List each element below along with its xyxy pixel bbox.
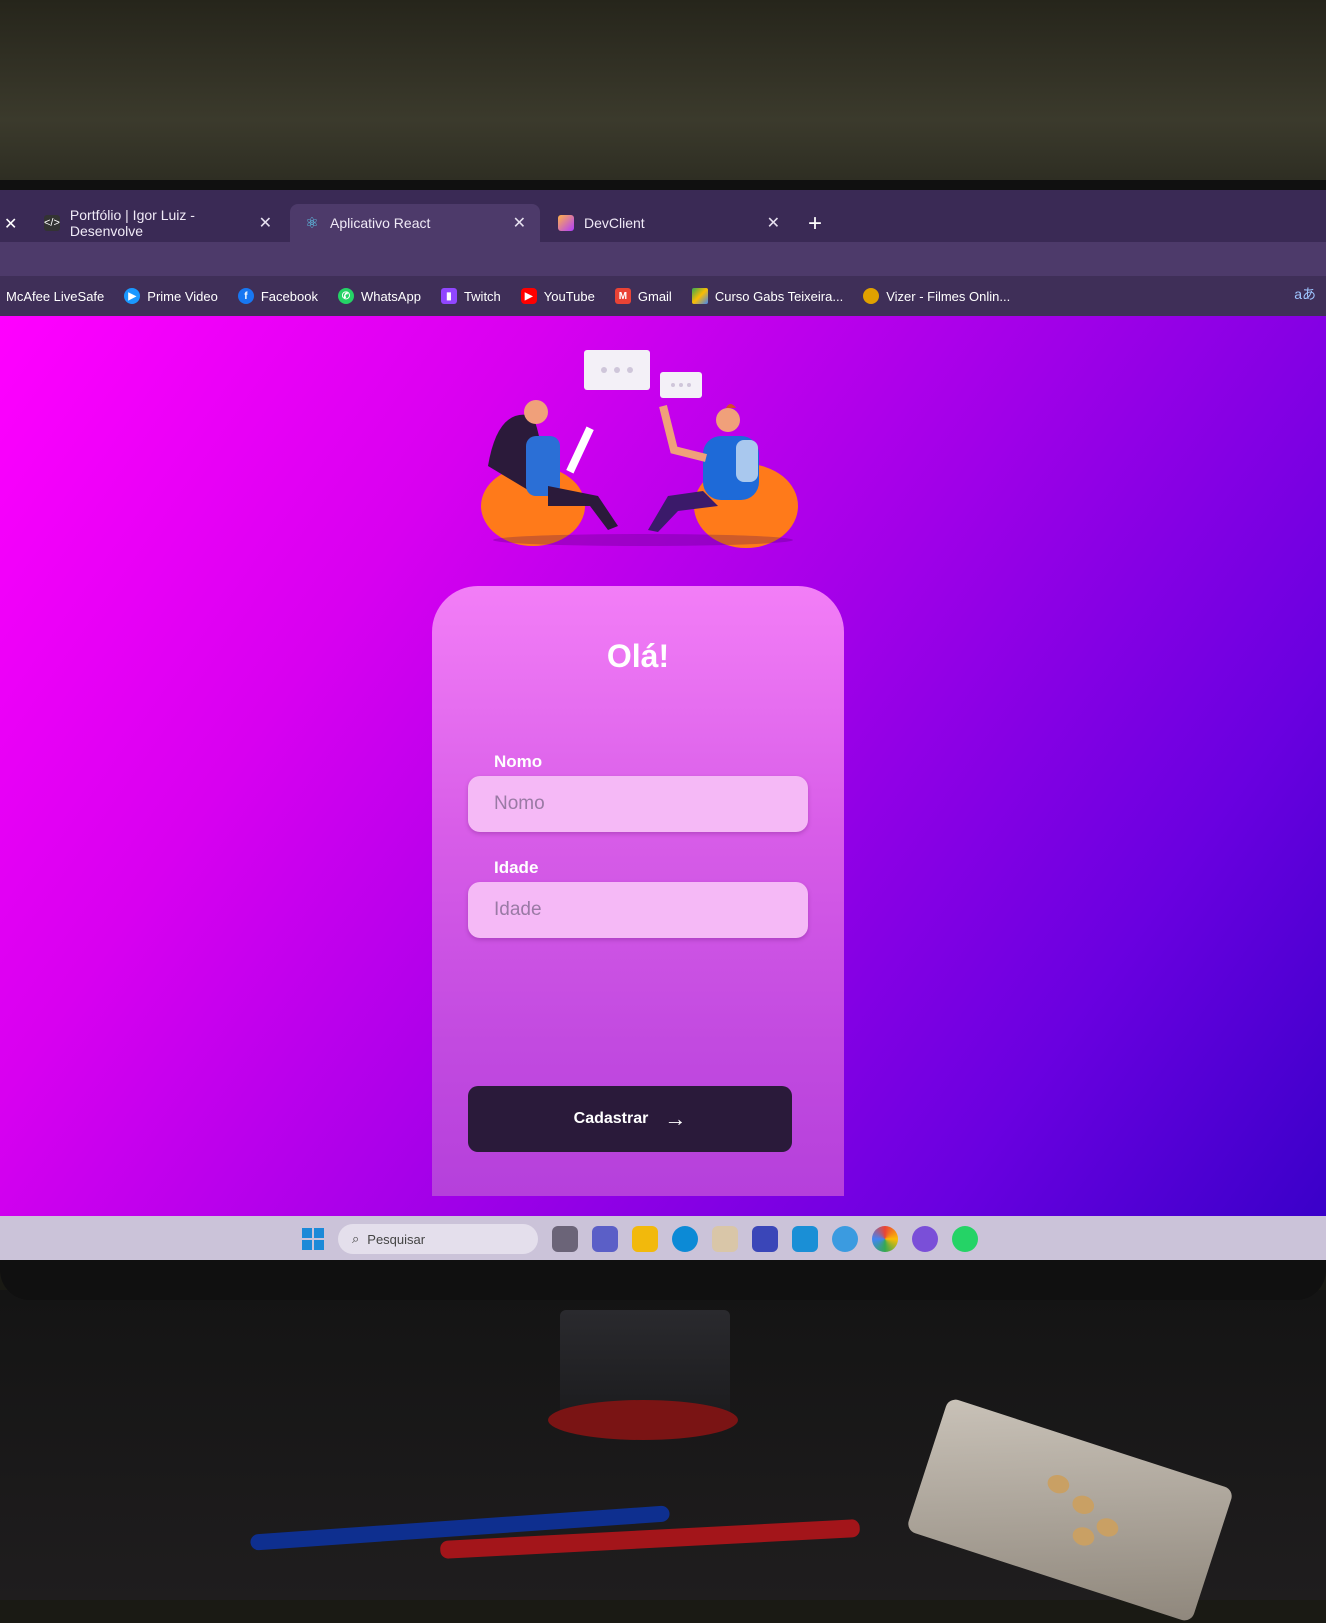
tab-bar: ✕ </> Portfólio | Igor Luiz - Desenvolve… [0,190,1326,242]
bookmark-facebook[interactable]: f Facebook [237,288,318,304]
devclient-icon [558,215,574,231]
screen: ✕ </> Portfólio | Igor Luiz - Desenvolve… [0,180,1326,1260]
bookmark-twitch[interactable]: ▮ Twitch [440,288,501,304]
bookmark-whatsapp[interactable]: ✆ WhatsApp [337,288,421,304]
pill [1094,1515,1121,1540]
close-icon[interactable]: ✕ [259,213,272,233]
cadastrar-button[interactable]: Cadastrar → [468,1086,792,1152]
arrow-right-icon: → [664,1106,687,1131]
gmail-icon: M [614,288,631,304]
bookmark-prime-video[interactable]: ▶ Prime Video [124,288,218,304]
tab-devclient[interactable]: DevClient ✕ [544,204,794,242]
new-tab-button[interactable]: + [808,210,822,238]
tab-title: Portfólio | Igor Luiz - Desenvolve [69,207,195,239]
tab-portfolio[interactable]: </> Portfólio | Igor Luiz - Desenvolve ✕ [30,204,286,242]
signup-card: Olá! Nomo Idade Cadastrar → [432,586,844,1196]
react-icon: ⚛ [305,215,319,232]
bookmarks-bar: McAfee LiveSafe ▶ Prime Video f Facebook… [0,276,1326,316]
close-icon[interactable]: ✕ [513,213,526,233]
task-view-icon[interactable] [552,1226,578,1252]
background-wall [0,0,1326,200]
translate-icon[interactable]: aあ [1294,284,1316,304]
search-icon: ⌕ [352,1231,360,1246]
bookmark-mcafee[interactable]: McAfee LiveSafe [6,289,104,304]
tablet-icon [566,426,594,474]
chrome-icon[interactable] [872,1226,898,1252]
taskbar-search[interactable]: ⌕ Pesquisar [338,1224,538,1254]
pill [1070,1492,1097,1517]
windows-start-icon[interactable] [302,1228,324,1250]
woman-body [526,436,560,496]
whatsapp-icon: ✆ [337,288,354,304]
youtube-icon: ▶ [520,288,537,304]
docker-icon[interactable] [832,1226,858,1252]
code-icon: </> [44,215,60,231]
tab-aplicativo-react[interactable]: ⚛ Aplicativo React ✕ [290,204,540,242]
whatsapp-icon[interactable] [952,1226,978,1252]
close-icon[interactable]: ✕ [4,214,17,234]
drive-icon [691,288,708,304]
bookmark-curso[interactable]: Curso Gabs Teixeira... [691,288,843,304]
tab-title: Aplicativo React [330,215,431,231]
facebook-icon: f [237,288,254,304]
monitor-stand-base [548,1400,738,1440]
conversation-illustration [481,350,798,548]
teams-icon[interactable] [592,1226,618,1252]
app-icon[interactable] [752,1226,778,1252]
app-icon[interactable] [912,1226,938,1252]
pill [1045,1472,1072,1497]
edge-icon[interactable] [672,1226,698,1252]
pill [1070,1524,1097,1549]
bookmark-gmail[interactable]: M Gmail [614,288,672,304]
name-input[interactable] [468,776,808,832]
page-content: Olá! Nomo Idade Cadastrar → [0,316,1326,1216]
tab-title: DevClient [584,215,645,231]
man-head [716,408,740,432]
card-title: Olá! [606,638,670,674]
store-icon[interactable] [712,1226,738,1252]
play-icon: ▶ [124,288,141,304]
submit-label: Cadastrar [573,1110,649,1127]
twitch-icon: ▮ [440,288,457,304]
vizer-icon [863,288,880,304]
vscode-icon[interactable] [792,1226,818,1252]
name-label: Nomo [494,752,543,771]
close-icon[interactable]: ✕ [767,213,780,233]
monitor: ✕ </> Portfólio | Igor Luiz - Desenvolve… [0,180,1326,1300]
woman-head [524,400,548,424]
age-input[interactable] [468,882,808,938]
age-label: Idade [494,858,539,877]
bookmark-youtube[interactable]: ▶ YouTube [520,288,595,304]
file-explorer-icon[interactable] [632,1226,658,1252]
bookmark-vizer[interactable]: Vizer - Filmes Onlin... [863,288,1010,304]
address-bar-area [0,242,1326,276]
taskbar: ⌕ Pesquisar [0,1216,1326,1260]
